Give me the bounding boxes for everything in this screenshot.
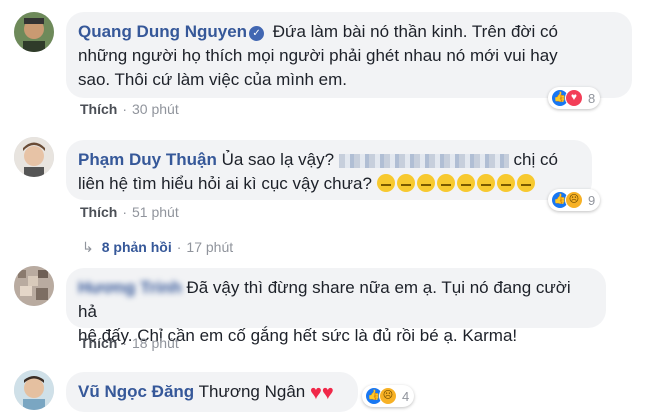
expressionless-emoji-icon xyxy=(496,174,515,192)
verified-badge-icon: ✓ xyxy=(249,26,265,41)
comment-meta: Thích · 18 phút xyxy=(80,335,179,351)
comment-text: Thương Ngân xyxy=(198,382,306,401)
reaction-summary[interactable]: 👍 ☹ 9 xyxy=(548,189,601,211)
avatar[interactable] xyxy=(14,12,54,52)
reaction-count: 4 xyxy=(402,388,410,404)
expressionless-emoji-icon xyxy=(396,174,415,192)
view-replies[interactable]: ↳ 8 phản hồi · 17 phút xyxy=(82,239,233,256)
avatar[interactable] xyxy=(14,137,54,177)
author-name[interactable]: Quang Dung Nguyen xyxy=(78,22,247,41)
avatar[interactable] xyxy=(14,370,54,410)
timestamp[interactable]: 51 phút xyxy=(132,204,179,220)
comment-meta: Thích · 30 phút xyxy=(80,101,179,117)
expressionless-emoji-icon xyxy=(436,174,455,192)
author-name[interactable]: Phạm Duy Thuận xyxy=(78,150,217,169)
author-name[interactable]: Vũ Ngọc Đăng xyxy=(78,382,194,401)
author-name[interactable]: Hương Trinh xyxy=(78,278,182,297)
confused-emoji-icon xyxy=(376,174,395,192)
comment-text: sao. Thôi cứ làm việc của mình em. xyxy=(78,70,348,89)
replies-timestamp: 17 phút xyxy=(186,239,234,255)
comment-text: Đứa làm bài nó thần kinh. Trên đời có xyxy=(272,22,559,41)
timestamp[interactable]: 18 phút xyxy=(132,335,179,351)
reaction-summary[interactable]: 👍 ♥ 8 xyxy=(548,87,601,109)
comment-bubble: Phạm Duy Thuận Ủa sao lạ vậy? chị có liê… xyxy=(66,140,592,200)
comment-text: liên hệ tìm hiểu hỏi ai kì cục vậy chưa? xyxy=(78,174,372,193)
expressionless-emoji-icon xyxy=(456,174,475,192)
expressionless-emoji-icon xyxy=(476,174,495,192)
reaction-count: 8 xyxy=(588,90,596,106)
heart-emoji-icon: ♥♥ xyxy=(309,382,334,404)
reaction-summary[interactable]: 👍 ☹ 4 xyxy=(362,385,415,407)
comment-bubble: Vũ Ngọc Đăng Thương Ngân ♥♥ xyxy=(66,372,358,412)
sad-icon: ☹ xyxy=(565,191,583,209)
expressionless-emoji-icon xyxy=(516,174,535,192)
avatar[interactable] xyxy=(14,266,54,306)
reaction-count: 9 xyxy=(588,192,596,208)
like-button[interactable]: Thích xyxy=(80,101,117,117)
comment-text: Ủa sao lạ vậy? xyxy=(221,150,335,169)
comment-meta: Thích · 51 phút xyxy=(80,204,179,220)
like-button[interactable]: Thích xyxy=(80,335,117,351)
redacted-text xyxy=(338,153,509,168)
comment-text: chị có xyxy=(513,150,558,169)
timestamp[interactable]: 30 phút xyxy=(132,101,179,117)
love-icon: ♥ xyxy=(565,89,583,107)
comment-bubble: Quang Dung Nguyen ✓ Đứa làm bài nó thần k… xyxy=(66,12,632,98)
like-button[interactable]: Thích xyxy=(80,204,117,220)
comment-bubble: Hương Trinh Đã vậy thì đừng share nữa em… xyxy=(66,268,606,345)
replies-link[interactable]: 8 phản hồi xyxy=(102,239,172,255)
expressionless-emoji-icon xyxy=(416,174,435,192)
sad-icon: ☹ xyxy=(379,387,397,405)
comment-text: những người họ thích mọi người phải ghét… xyxy=(78,46,558,65)
reply-arrow-icon: ↳ xyxy=(82,239,94,255)
